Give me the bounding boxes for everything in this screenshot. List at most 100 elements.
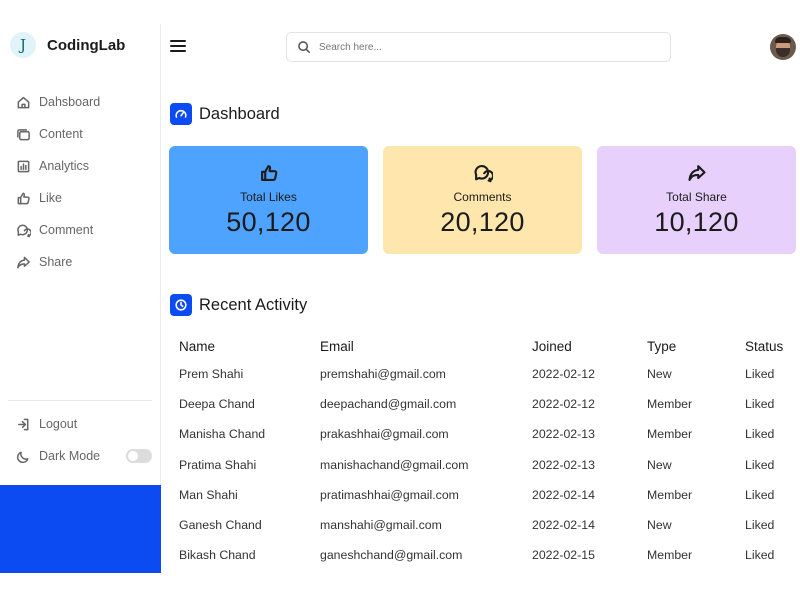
avatar[interactable]: [770, 34, 796, 60]
avatar-beard: [776, 48, 790, 57]
cell-email: premshahi@gmail.com: [320, 367, 446, 382]
card-total-likes: Total Likes 50,120: [169, 146, 368, 254]
comments-icon: [17, 224, 31, 237]
cell-email: manshahi@gmail.com: [320, 518, 442, 533]
cell-joined: 2022-02-12: [532, 367, 595, 382]
table-row: Deepa Chand deepachand@gmail.com 2022-02-1…: [179, 389, 794, 419]
sidebar-item-label: Content: [39, 127, 83, 141]
card-value: 10,120: [654, 207, 739, 237]
cell-email: ganeshchand@gmail.com: [320, 548, 463, 563]
cell-name: Ganesh Chand: [179, 518, 262, 533]
sidebar: J CodingLab Dahsboard Content Analytics …: [0, 24, 161, 573]
table-row: Ganesh Chand manshahi@gmail.com 2022-02-14…: [179, 510, 794, 540]
logo-badge: J: [10, 32, 36, 58]
sidebar-item-label: Share: [39, 255, 73, 269]
table-row: Pratima Shahi manishachand@gmail.com 2022-…: [179, 450, 794, 480]
thumbs-up-icon: [260, 165, 277, 181]
card-value: 20,120: [440, 207, 525, 237]
cell-status: Liked: [745, 367, 775, 382]
cell-name: Bikash Chand: [179, 548, 256, 563]
dashboard-title-text: Dashboard: [199, 104, 280, 123]
cell-status: Liked: [745, 397, 775, 412]
hamburger-icon-line: [170, 40, 186, 42]
sidebar-item-share[interactable]: Share: [16, 246, 156, 278]
recent-activity-title: Recent Activity: [170, 294, 307, 316]
logout-icon: [18, 418, 29, 430]
thumbs-up-icon: [17, 192, 30, 204]
hamburger-icon-line: [170, 45, 186, 47]
avatar-hair: [775, 37, 791, 43]
cell-status: Liked: [745, 427, 775, 442]
cell-status: Liked: [745, 457, 775, 472]
sidebar-item-like[interactable]: Like: [16, 182, 156, 214]
cell-type: Member: [647, 397, 693, 412]
cell-type: New: [647, 367, 672, 382]
comments-icon: [474, 165, 493, 183]
dashboard-title: Dashboard: [170, 103, 280, 125]
sidebar-item-label: Like: [39, 191, 62, 205]
card-value: 50,120: [226, 207, 311, 237]
sidebar-item-label: Comment: [39, 223, 94, 237]
cell-type: New: [647, 518, 672, 533]
activity-table: Name Email Joined Type Status Prem Shahi…: [179, 333, 794, 570]
search-input[interactable]: [319, 41, 639, 53]
search-box: [286, 32, 671, 62]
cell-name: Pratima Shahi: [179, 457, 257, 472]
table-row: Man Shahi pratimashhai@gmail.com 2022-02-1…: [179, 480, 794, 510]
column-header-email: Email: [320, 338, 354, 354]
logout-button[interactable]: Logout: [16, 408, 152, 440]
gauge-icon: [170, 103, 192, 125]
sidebar-divider: [8, 400, 152, 401]
table-row: Bikash Chand ganeshchand@gmail.com 2022-02…: [179, 540, 794, 570]
cell-joined: 2022-02-13: [532, 457, 595, 472]
dark-mode-row: Dark Mode: [16, 440, 152, 472]
logo[interactable]: J CodingLab: [10, 32, 125, 58]
table-row: Prem Shahi premshahi@gmail.com 2022-02-12 N…: [179, 359, 794, 389]
chart-icon: [17, 160, 30, 172]
sidebar-bottom-menu: Logout Dark Mode: [16, 408, 152, 472]
dark-mode-label: Dark Mode: [39, 449, 101, 463]
sidebar-item-analytics[interactable]: Analytics: [16, 150, 156, 182]
home-icon: [17, 96, 30, 108]
cell-email: pratimashhai@gmail.com: [320, 487, 459, 502]
search-icon: [298, 41, 311, 54]
logo-name: CodingLab: [47, 36, 126, 54]
logout-label: Logout: [39, 417, 78, 431]
table-row: Manisha Chand prakashhai@gmail.com 2022-02…: [179, 419, 794, 449]
moon-icon: [16, 451, 29, 463]
hamburger-icon-line: [170, 50, 186, 52]
cell-email: prakashhai@gmail.com: [320, 427, 449, 442]
menu-toggle-button[interactable]: [170, 39, 186, 53]
sidebar-item-content[interactable]: Content: [16, 118, 156, 150]
column-header-status: Status: [745, 338, 784, 354]
card-comments: Comments 20,120: [383, 146, 582, 254]
cell-joined: 2022-02-13: [532, 427, 595, 442]
cell-status: Liked: [745, 548, 775, 563]
table-header: Name Email Joined Type Status: [179, 333, 794, 359]
cell-email: manishachand@gmail.com: [320, 457, 469, 472]
sidebar-item-comment[interactable]: Comment: [16, 214, 156, 246]
cell-type: Member: [647, 548, 693, 563]
sidebar-footer-block: [0, 485, 161, 573]
cell-email: deepachand@gmail.com: [320, 397, 457, 412]
column-header-type: Type: [647, 338, 677, 354]
files-icon: [17, 128, 30, 140]
sidebar-menu: Dahsboard Content Analytics Like Comment…: [16, 86, 156, 278]
cell-joined: 2022-02-14: [532, 487, 595, 502]
cell-name: Deepa Chand: [179, 397, 255, 412]
dark-mode-toggle[interactable]: [126, 449, 152, 463]
cell-name: Prem Shahi: [179, 367, 244, 382]
cell-name: Man Shahi: [179, 487, 238, 502]
share-icon: [687, 165, 706, 181]
card-label: Comments: [453, 190, 512, 204]
sidebar-item-dashboard[interactable]: Dahsboard: [16, 86, 156, 118]
cell-name: Manisha Chand: [179, 427, 266, 442]
cell-joined: 2022-02-15: [532, 548, 595, 563]
card-label: Total Share: [666, 190, 727, 204]
cell-joined: 2022-02-14: [532, 518, 595, 533]
cell-type: Member: [647, 487, 693, 502]
column-header-name: Name: [179, 338, 216, 354]
cell-type: Member: [647, 427, 693, 442]
card-label: Total Likes: [240, 190, 297, 204]
sidebar-item-label: Analytics: [39, 159, 90, 173]
